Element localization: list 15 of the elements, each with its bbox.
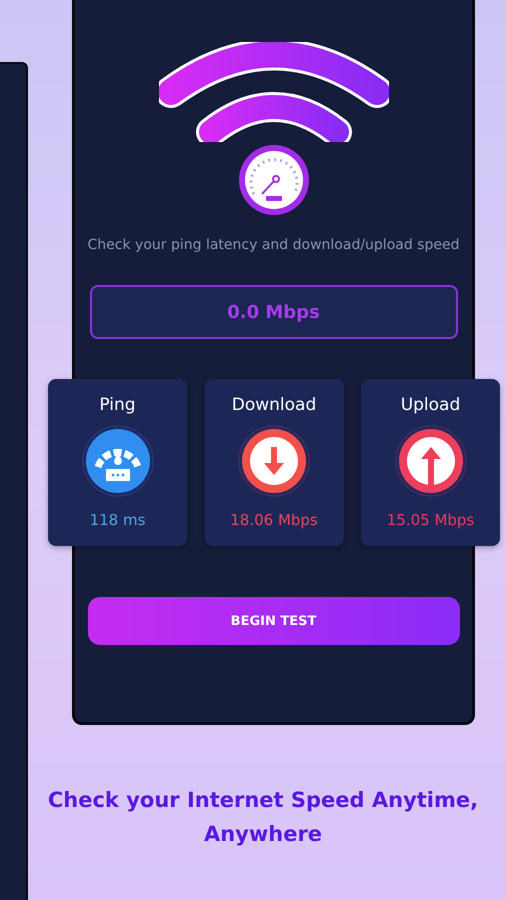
begin-test-button[interactable]: BEGIN TEST [88,597,460,645]
metric-value: 18.06 Mbps [230,511,318,529]
upload-icon [394,425,466,497]
gauge-icon [82,425,154,497]
speedometer-icon [238,144,310,216]
download-icon [238,425,310,497]
metric-value: 15.05 Mbps [386,511,474,529]
metric-label: Ping [99,395,136,415]
speed-display: 0.0 Mbps [90,285,458,339]
metric-value: 118 ms [90,511,146,529]
metric-label: Download [232,395,316,415]
metric-label: Upload [400,395,460,415]
wifi-icon [158,42,388,142]
tagline-text: Check your Internet Speed Anytime, Anywhere [46,787,480,848]
description-text: Check your ping latency and download/upload speed [88,236,460,255]
